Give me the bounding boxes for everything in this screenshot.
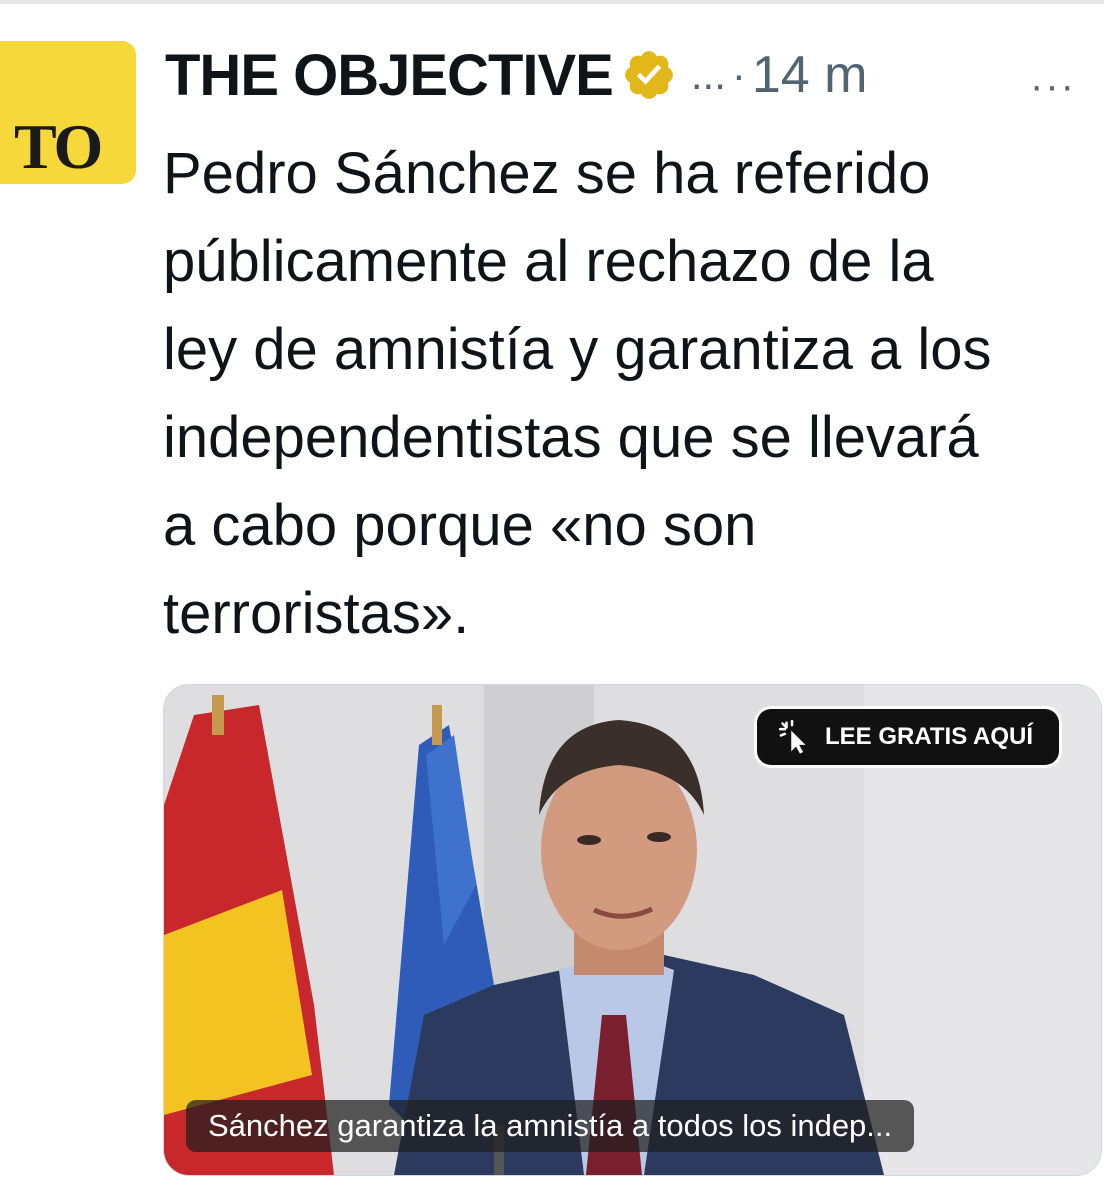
link-card[interactable]: LEE GRATIS AQUÍ Sánchez garantiza la amn… <box>163 684 1102 1176</box>
tweet-text-line: independentistas que se llevará <box>163 405 979 470</box>
timestamp[interactable]: 14 m <box>752 45 868 105</box>
top-divider <box>0 0 1104 4</box>
read-free-button[interactable]: LEE GRATIS AQUÍ <box>756 709 1059 765</box>
tweet-header: THE OBJECTIVE ... · 14 m <box>165 40 867 110</box>
read-free-label: LEE GRATIS AQUÍ <box>824 723 1033 750</box>
tweet-text-line: Pedro Sánchez se ha referido <box>163 141 931 206</box>
avatar-logo-text: TO <box>14 111 103 182</box>
tweet-text: Pedro Sánchez se ha referido públicament… <box>163 130 1103 658</box>
author-name[interactable]: THE OBJECTIVE <box>165 42 614 109</box>
card-headline[interactable]: Sánchez garantiza la amnistía a todos lo… <box>186 1100 915 1152</box>
tweet-text-line: terroristas». <box>163 581 470 646</box>
tweet-text-line: públicamente al rechazo de la <box>163 229 934 294</box>
verified-badge-icon[interactable] <box>621 47 677 103</box>
separator-dot: · <box>731 51 746 98</box>
author-handle[interactable]: ... <box>691 51 726 99</box>
tweet-text-line: ley de amnistía y garantiza a los <box>163 317 992 382</box>
more-options-icon[interactable]: ··· <box>1030 66 1076 106</box>
tweet-text-line: a cabo porque «no son <box>163 493 757 558</box>
click-cursor-icon <box>778 719 806 754</box>
avatar[interactable]: TO <box>0 41 136 184</box>
